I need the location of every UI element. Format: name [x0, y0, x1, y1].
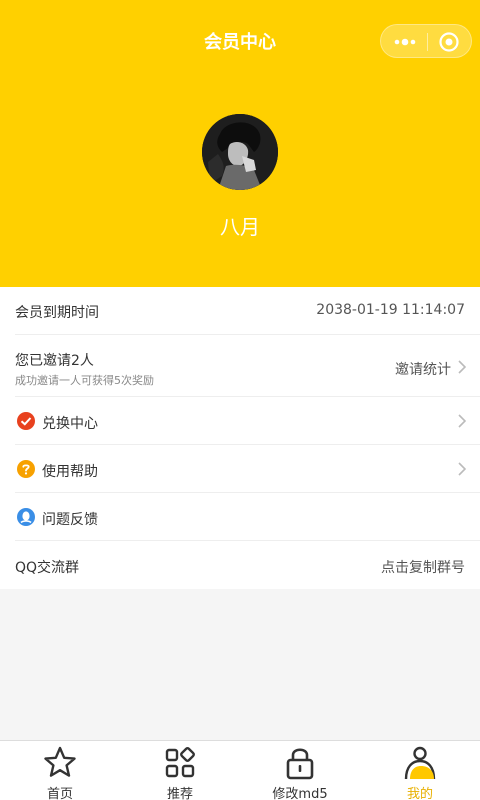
redeem-row[interactable]: 兑换中心 — [0, 397, 480, 445]
help-label: 使用帮助 — [42, 464, 98, 480]
invite-row[interactable]: 您已邀请2人 成功邀请一人可获得5次奖励 邀请统计 — [0, 335, 480, 397]
chevron-right-icon — [458, 360, 466, 374]
tab-mine[interactable]: 我的 — [360, 741, 480, 800]
user-circle-icon — [17, 508, 35, 526]
question-circle-icon — [17, 460, 35, 478]
avatar-photo — [202, 114, 278, 190]
feedback-label: 问题反馈 — [42, 512, 98, 528]
qq-group-row[interactable]: QQ交流群 点击复制群号 — [0, 541, 480, 589]
redeem-label: 兑换中心 — [42, 416, 98, 432]
copy-group-number-link[interactable]: 点击复制群号 — [381, 557, 465, 577]
star-icon — [44, 746, 76, 777]
expiry-label: 会员到期时间 — [15, 305, 99, 321]
help-row[interactable]: 使用帮助 — [0, 445, 480, 493]
more-icon[interactable] — [393, 33, 417, 51]
user-icon — [404, 746, 436, 780]
tab-home[interactable]: 首页 — [0, 741, 120, 800]
tab-label: 修改md5 — [272, 787, 328, 800]
qq-group-label: QQ交流群 — [15, 560, 80, 576]
capsule-divider — [427, 33, 428, 51]
check-circle-icon — [17, 412, 35, 430]
tab-modify-md5[interactable]: 修改md5 — [240, 741, 360, 800]
mini-program-capsule — [380, 24, 472, 58]
lock-icon — [286, 748, 314, 780]
tab-label: 首页 — [46, 787, 73, 800]
tab-bar: 首页 推荐 修改md5 我的 — [0, 740, 480, 800]
chevron-right-icon — [458, 462, 466, 476]
target-icon[interactable] — [438, 31, 460, 53]
tab-recommend[interactable]: 推荐 — [120, 741, 240, 800]
feedback-row[interactable]: 问题反馈 — [0, 493, 480, 541]
invite-subtext: 成功邀请一人可获得5次奖励 — [15, 374, 154, 387]
invite-label: 您已邀请2人 — [15, 353, 94, 369]
username: 八月 — [220, 215, 260, 239]
tab-label: 我的 — [406, 787, 433, 800]
chevron-right-icon — [458, 414, 466, 428]
grid-icon — [165, 747, 195, 778]
expiry-row: 会员到期时间 2038-01-19 11:14:07 — [0, 287, 480, 335]
invite-stats-link[interactable]: 邀请统计 — [395, 359, 451, 379]
tab-label: 推荐 — [166, 787, 193, 800]
expiry-value: 2038-01-19 11:14:07 — [316, 302, 465, 318]
profile-header: 会员中心 八月 — [0, 0, 480, 287]
avatar[interactable] — [202, 114, 278, 190]
menu-list: 会员到期时间 2038-01-19 11:14:07 您已邀请2人 成功邀请一人… — [0, 287, 480, 589]
